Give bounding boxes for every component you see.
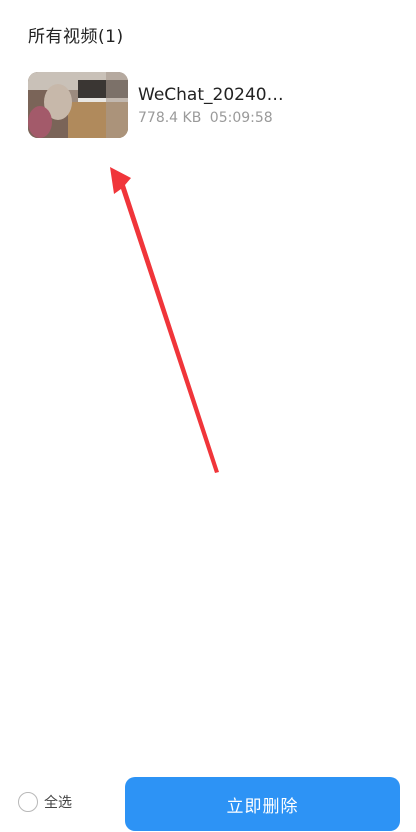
video-size: 778.4 KB (138, 110, 202, 126)
video-filename: WeChat_20240… (138, 85, 284, 105)
video-list-item[interactable]: WeChat_20240… 778.4 KB 05:09:58 (28, 72, 398, 138)
video-thumbnail[interactable] (28, 72, 128, 138)
select-all-radio[interactable] (18, 792, 38, 812)
video-cleanup-page: 所有视频(1) WeChat_20240… 778.4 KB 05:09:58 (0, 0, 416, 832)
select-all-label: 全选 (44, 795, 72, 811)
video-info: WeChat_20240… 778.4 KB 05:09:58 (138, 72, 284, 138)
video-thumbnail-image (28, 72, 128, 138)
video-meta: 778.4 KB 05:09:58 (138, 110, 284, 126)
section-title: 所有视频(1) (28, 27, 124, 47)
delete-now-button[interactable]: 立即删除 (125, 777, 400, 831)
video-time: 05:09:58 (209, 110, 273, 126)
select-all-toggle[interactable]: 全选 (18, 792, 72, 812)
bottom-action-bar: 全选 立即删除 (0, 772, 416, 832)
